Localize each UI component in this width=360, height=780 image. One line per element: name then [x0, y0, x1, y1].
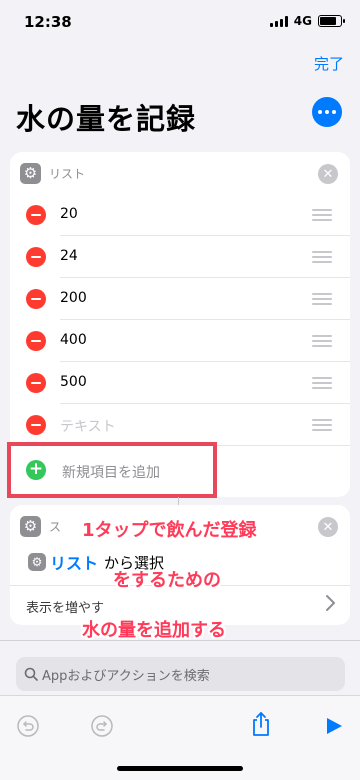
annotation-line-1: 1タップで飲んだ登録: [82, 520, 257, 541]
list-item: 400: [10, 320, 350, 362]
delete-item-button[interactable]: [26, 247, 46, 267]
drag-handle-icon[interactable]: [312, 419, 332, 434]
annotation-highlight-box: [7, 442, 217, 498]
card-header-label: リスト: [49, 167, 86, 181]
search-input[interactable]: Appおよびアクションを検索: [16, 657, 345, 691]
chevron-right-icon[interactable]: [324, 594, 336, 612]
list-item-value[interactable]: 24: [60, 248, 78, 264]
card-header: ⚙ リスト: [20, 163, 85, 184]
drag-handle-icon[interactable]: [312, 377, 332, 392]
card-header-label: ス: [49, 520, 62, 534]
status-bar: 12:38 4G: [0, 0, 360, 44]
show-more-button[interactable]: 表示を増やす: [26, 597, 104, 616]
more-options-button[interactable]: [312, 97, 342, 127]
list-item-placeholder: テキスト: [10, 404, 350, 446]
search-icon: [24, 667, 38, 681]
gear-icon: ⚙: [28, 553, 46, 571]
list-item-value[interactable]: 500: [60, 374, 87, 390]
list-item: 500: [10, 362, 350, 404]
list-item: 200: [10, 278, 350, 320]
delete-item-button[interactable]: [26, 331, 46, 351]
variable-pill[interactable]: ⚙ リスト: [28, 550, 98, 574]
status-time: 12:38: [24, 13, 72, 31]
annotation-line-3: 水の量を追加する: [82, 620, 226, 641]
drag-handle-icon[interactable]: [312, 209, 332, 224]
dot-icon: [325, 110, 329, 114]
variable-pill-label: リスト: [50, 554, 99, 573]
undo-icon[interactable]: [16, 714, 40, 738]
share-icon[interactable]: [248, 710, 274, 738]
drag-handle-icon[interactable]: [312, 335, 332, 350]
home-indicator: [117, 766, 243, 771]
search-placeholder: Appおよびアクションを検索: [42, 668, 210, 684]
done-button[interactable]: 完了: [314, 53, 344, 74]
gear-icon: ⚙: [20, 163, 41, 184]
play-icon[interactable]: [324, 716, 344, 736]
status-indicators: 4G: [269, 14, 345, 28]
delete-item-button[interactable]: [26, 415, 46, 435]
network-type: 4G: [293, 14, 312, 28]
close-icon[interactable]: ✕: [318, 164, 338, 184]
list-item-value[interactable]: 20: [60, 206, 78, 222]
redo-icon[interactable]: [90, 714, 114, 738]
list-item-value[interactable]: 400: [60, 332, 87, 348]
delete-item-button[interactable]: [26, 205, 46, 225]
dot-icon: [318, 110, 322, 114]
card-header: ⚙ ス: [20, 516, 61, 537]
list-item: 20: [10, 194, 350, 236]
page-title: 水の量を記録: [16, 102, 197, 136]
list-item: 24: [10, 236, 350, 278]
annotation-line-2: をするための: [113, 570, 221, 591]
action-search-panel: Appおよびアクションを検索: [0, 640, 360, 695]
battery-icon: [318, 15, 345, 27]
list-item-value[interactable]: 200: [60, 290, 87, 306]
card-connector: [178, 497, 179, 505]
delete-item-button[interactable]: [26, 373, 46, 393]
dot-icon: [332, 110, 336, 114]
signal-icon: [269, 15, 288, 27]
list-item-placeholder-text[interactable]: テキスト: [60, 416, 116, 436]
drag-handle-icon[interactable]: [312, 293, 332, 308]
close-icon[interactable]: ✕: [318, 517, 338, 537]
delete-item-button[interactable]: [26, 289, 46, 309]
gear-icon: ⚙: [20, 516, 41, 537]
drag-handle-icon[interactable]: [312, 251, 332, 266]
